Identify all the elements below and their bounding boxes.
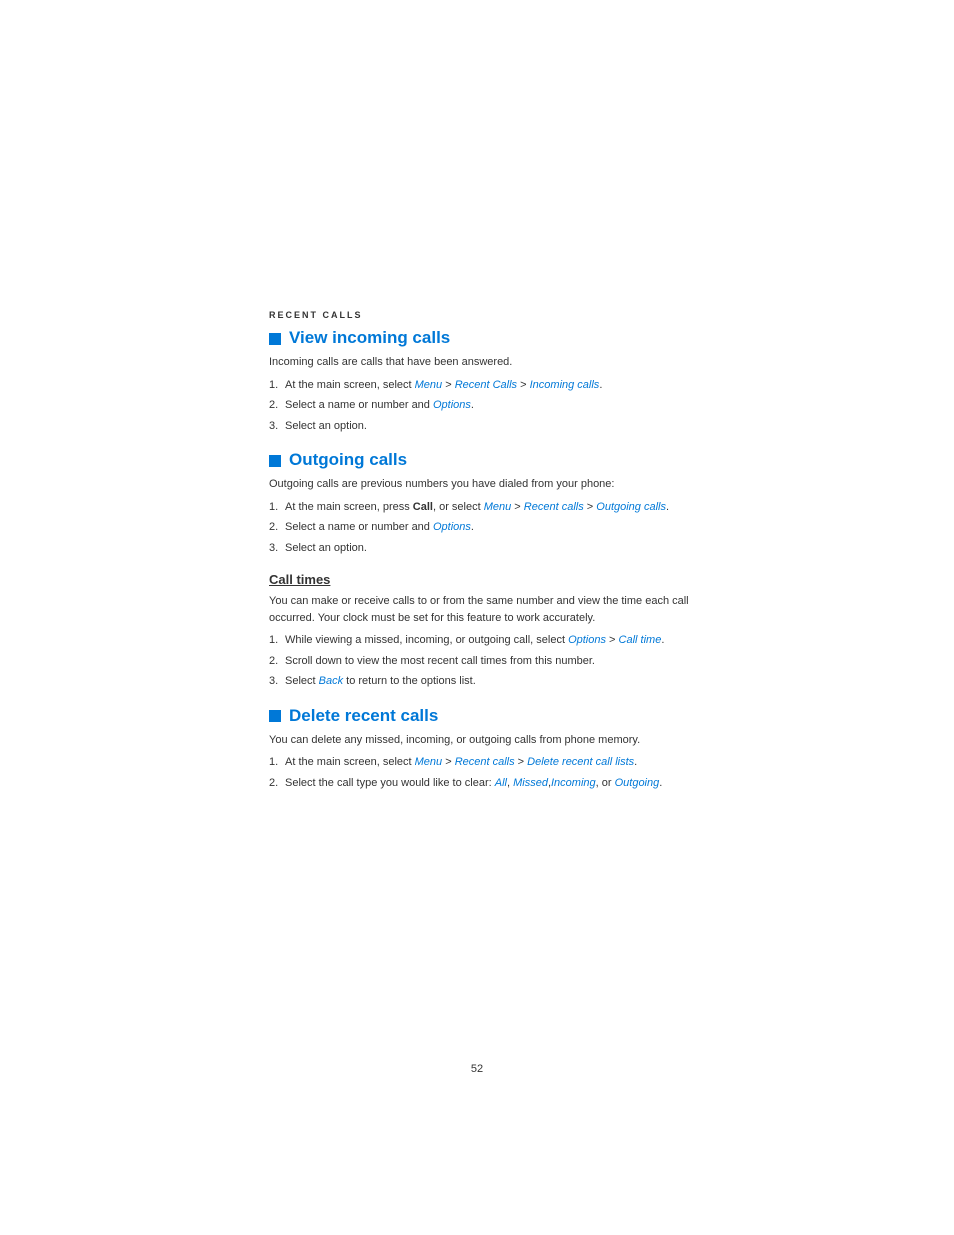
page-container: Recent calls View incoming calls Incomin… (0, 0, 954, 1235)
delete-recent-calls-desc: You can delete any missed, incoming, or … (269, 732, 699, 749)
blue-square-icon (269, 455, 281, 467)
outgoing-calls-title: Outgoing calls (289, 450, 407, 470)
delete-recent-calls-title: Delete recent calls (289, 706, 438, 726)
section-view-incoming-calls: View incoming calls Incoming calls are c… (269, 328, 699, 434)
page-number: 52 (471, 1063, 483, 1075)
link-options: Options (568, 634, 606, 646)
link-missed: Missed (513, 777, 548, 789)
link-options: Options (433, 399, 471, 411)
blue-square-icon (269, 710, 281, 722)
link-recent-calls: Recent Calls (455, 379, 517, 391)
link-incoming-calls: Incoming calls (530, 379, 600, 391)
section-call-times: Call times You can make or receive calls… (269, 572, 699, 690)
link-back: Back (319, 675, 343, 687)
section-label: Recent calls (269, 310, 699, 320)
link-menu: Menu (484, 501, 512, 513)
step-item: While viewing a missed, incoming, or out… (269, 632, 699, 649)
link-all: All (495, 777, 507, 789)
step-item: Select a name or number and Options. (269, 397, 699, 414)
link-incoming: Incoming (551, 777, 596, 789)
link-delete-recent-call-lists: Delete recent call lists (527, 756, 634, 768)
step-item: At the main screen, select Menu > Recent… (269, 377, 699, 394)
view-incoming-calls-heading: View incoming calls (269, 328, 699, 348)
link-recent-calls: Recent calls (524, 501, 584, 513)
outgoing-calls-desc: Outgoing calls are previous numbers you … (269, 476, 699, 493)
step-item: At the main screen, select Menu > Recent… (269, 754, 699, 771)
link-call-time: Call time (619, 634, 662, 646)
step-item: Select the call type you would like to c… (269, 775, 699, 792)
content-area: Recent calls View incoming calls Incomin… (269, 310, 699, 807)
link-outgoing: Outgoing (615, 777, 660, 789)
step-item: Scroll down to view the most recent call… (269, 653, 699, 670)
step-item: Select Back to return to the options lis… (269, 673, 699, 690)
link-menu: Menu (415, 756, 443, 768)
section-outgoing-calls: Outgoing calls Outgoing calls are previo… (269, 450, 699, 556)
delete-recent-calls-steps: At the main screen, select Menu > Recent… (269, 754, 699, 791)
delete-recent-calls-heading: Delete recent calls (269, 706, 699, 726)
view-incoming-calls-steps: At the main screen, select Menu > Recent… (269, 377, 699, 435)
bold-call: Call (413, 501, 433, 513)
outgoing-calls-steps: At the main screen, press Call, or selec… (269, 499, 699, 557)
call-times-steps: While viewing a missed, incoming, or out… (269, 632, 699, 690)
step-item: Select a name or number and Options. (269, 519, 699, 536)
view-incoming-calls-title: View incoming calls (289, 328, 450, 348)
link-outgoing-calls: Outgoing calls (596, 501, 666, 513)
section-delete-recent-calls: Delete recent calls You can delete any m… (269, 706, 699, 792)
view-incoming-calls-desc: Incoming calls are calls that have been … (269, 354, 699, 371)
step-item: At the main screen, press Call, or selec… (269, 499, 699, 516)
blue-square-icon (269, 333, 281, 345)
call-times-desc: You can make or receive calls to or from… (269, 593, 699, 626)
outgoing-calls-heading: Outgoing calls (269, 450, 699, 470)
link-menu: Menu (415, 379, 443, 391)
step-item: Select an option. (269, 540, 699, 557)
call-times-title: Call times (269, 572, 699, 587)
step-item: Select an option. (269, 418, 699, 435)
link-recent-calls: Recent calls (455, 756, 515, 768)
link-options: Options (433, 521, 471, 533)
